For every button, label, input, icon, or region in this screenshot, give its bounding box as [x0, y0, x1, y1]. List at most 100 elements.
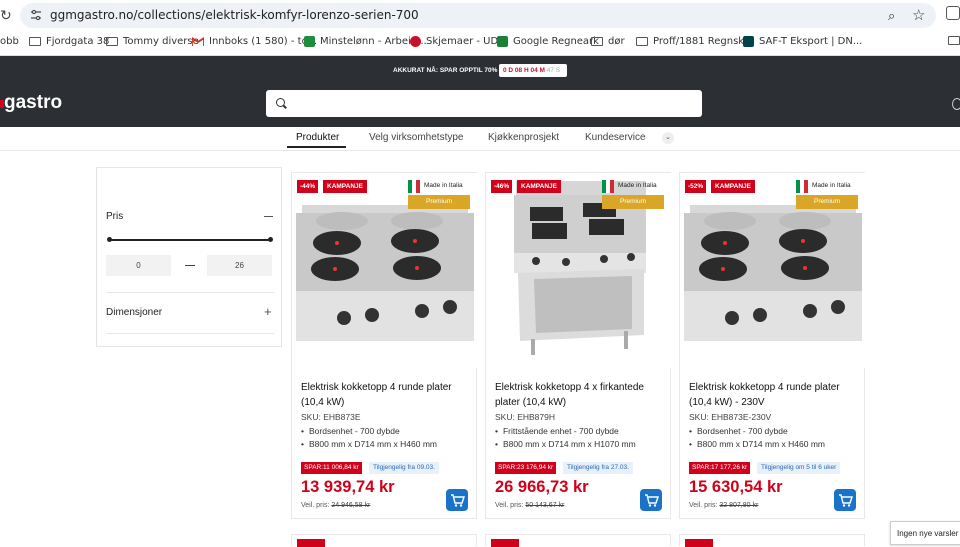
add-to-cart-button[interactable] — [640, 489, 662, 511]
bookmark-item[interactable]: Fjordgata 38 — [29, 36, 109, 47]
search-icon — [276, 98, 285, 107]
countdown-timer: 0 D 08 H 04 M 47 S — [499, 64, 567, 77]
product-sku: SKU: EHB879H — [495, 412, 555, 422]
chevron-down-icon[interactable]: ⌄ — [662, 132, 674, 144]
udi-icon — [410, 36, 421, 47]
product-title[interactable]: Elektrisk kokketopp 4 runde plater (10,4… — [301, 380, 471, 410]
bookmark-item[interactable]: Proff/1881 Regnsk... — [636, 36, 754, 47]
cart-icon — [451, 494, 465, 507]
spec-item: Bordsenhet - 700 dybde — [301, 425, 437, 438]
bookmark-item[interactable]: Skjemaer - UDI — [410, 36, 501, 47]
discount-badge: -46% — [491, 180, 513, 193]
price-slider-min-handle[interactable] — [107, 237, 112, 242]
premium-badge: Premium — [796, 195, 858, 209]
search-input[interactable] — [266, 90, 702, 117]
extensions-icon[interactable] — [946, 6, 960, 20]
availability-badge: Tilgjengelig om 5 til 6 uker — [757, 462, 841, 474]
premium-badge: Premium — [408, 195, 470, 209]
nav-active-underline — [287, 146, 346, 148]
savings-badge: SPAR:17 177,26 kr — [689, 462, 751, 474]
product-specs: Bordsenhet - 700 dybde B800 mm x D714 mm… — [689, 425, 825, 450]
savings-badge: SPAR:11 006,84 kr — [301, 462, 362, 474]
folder-icon — [636, 37, 648, 46]
italy-flag-icon — [408, 180, 420, 193]
add-to-cart-button[interactable] — [446, 489, 468, 511]
product-sku: SKU: EHB873E — [301, 412, 361, 422]
made-in-label: Made in Italia — [812, 182, 851, 189]
range-separator — [185, 265, 195, 266]
price-min-input[interactable]: 0 — [106, 255, 171, 276]
made-in-label: Made in Italia — [618, 182, 657, 189]
price-slider-max-handle[interactable] — [268, 237, 273, 242]
site-header: gastro — [0, 84, 960, 127]
product-specs: Frittstående enhet - 700 dybde B800 mm x… — [495, 425, 636, 450]
bookmark-item[interactable]: dør — [591, 36, 625, 47]
bookmark-item[interactable]: Google Regneark — [497, 36, 599, 47]
product-card-peek[interactable] — [291, 534, 477, 547]
collapse-icon[interactable] — [264, 216, 273, 217]
site-logo[interactable]: gastro — [4, 92, 62, 114]
dnb-icon — [743, 36, 754, 47]
product-specs: Bordsenhet - 700 dybde B800 mm x D714 mm… — [301, 425, 437, 450]
product-title[interactable]: Elektrisk kokketopp 4 x firkantede plate… — [495, 380, 665, 410]
url-field[interactable]: ggmgastro.no/collections/elektrisk-komfy… — [20, 3, 936, 28]
product-card[interactable]: -52% KAMPANJE Made in Italia Premium Ele… — [679, 172, 866, 519]
discount-badge — [297, 539, 325, 547]
nav-item-produkter[interactable]: Produkter — [296, 132, 339, 143]
nav-item-kjokkenprosjekt[interactable]: Kjøkkenprosjekt — [488, 132, 559, 143]
spec-item: Frittstående enhet - 700 dybde — [495, 425, 636, 438]
premium-badge: Premium — [602, 195, 664, 209]
reload-icon[interactable]: ↻ — [0, 7, 12, 23]
availability-badge: Tilgjengelig fra 27.03. — [563, 462, 633, 474]
old-price: Veil. pris: 24 946,58 kr — [301, 502, 371, 509]
bookmark-item[interactable]: Tommy diverse — [106, 36, 199, 47]
expand-plus-icon[interactable]: + — [264, 305, 272, 318]
spec-item: B800 mm x D714 mm x H460 mm — [689, 438, 825, 451]
discount-badge: -44% — [297, 180, 319, 193]
arbeidstilsynet-icon — [304, 36, 315, 47]
folder-icon — [591, 37, 603, 46]
bookmarks-bar: obb Fjordgata 38 Tommy diverse Innboks (… — [0, 30, 960, 56]
bookmark-item[interactable]: obb — [0, 36, 19, 47]
campaign-badge: KAMPANJE — [517, 180, 561, 193]
discount-badge: -52% — [685, 180, 707, 193]
made-in-label: Made in Italia — [424, 182, 463, 189]
filter-price-title[interactable]: Pris — [106, 211, 123, 222]
product-card-peek[interactable] — [679, 534, 865, 547]
bookmark-item[interactable]: SAF-T Eksport | DN... — [743, 36, 862, 47]
filter-dimensions-title[interactable]: Dimensjoner — [106, 307, 162, 318]
nav-item-virksomhetstype[interactable]: Velg virksomhetstype — [369, 132, 464, 143]
countdown-value: 0 D 08 H 04 M — [503, 67, 545, 74]
gmail-icon — [192, 37, 204, 46]
product-card[interactable]: -46% KAMPANJE Made in Italia Premium Ele… — [485, 172, 672, 519]
product-card-peek[interactable] — [485, 534, 671, 547]
site-info-icon[interactable] — [30, 9, 42, 21]
price-max-input[interactable]: 26 — [207, 255, 272, 276]
bookmark-item[interactable]: Minstelønn - Arbeid... — [304, 36, 427, 47]
notification-toast[interactable]: Ingen nye varsler — [890, 521, 960, 545]
divider — [106, 333, 274, 334]
main-nav: Produkter Velg virksomhetstype Kjøkkenpr… — [0, 127, 960, 151]
user-icon[interactable] — [952, 98, 960, 110]
savings-badge: SPAR:23 176,94 kr — [495, 462, 557, 474]
product-price: 26 966,73 kr — [495, 478, 589, 496]
old-price: Veil. pris: 50 143,67 kr — [495, 502, 565, 509]
spec-item: B800 mm x D714 mm x H460 mm — [301, 438, 437, 451]
bookmark-item[interactable]: Innboks (1 580) - to... — [192, 36, 317, 47]
promo-text: AKKURAT NÅ: SPAR OPPTIL 70% — [393, 67, 498, 74]
availability-badge: Tilgjengelig fra 09.03. — [369, 462, 439, 474]
add-to-cart-button[interactable] — [834, 489, 856, 511]
discount-badge — [685, 539, 713, 547]
product-title[interactable]: Elektrisk kokketopp 4 runde plater (10,4… — [689, 380, 859, 410]
product-card[interactable]: -44% KAMPANJE Made in Italia Premium Ele… — [291, 172, 478, 519]
star-icon[interactable]: ☆ — [912, 6, 925, 24]
bookmark-folder-more[interactable] — [948, 36, 960, 45]
nav-item-kundeservice[interactable]: Kundeservice — [585, 132, 646, 143]
campaign-badge: KAMPANJE — [711, 180, 755, 193]
zoom-icon[interactable]: ⌕ — [888, 8, 895, 24]
price-slider-track[interactable] — [109, 239, 271, 241]
italy-flag-icon — [602, 180, 614, 193]
countdown-seconds: 47 S — [546, 67, 561, 74]
cart-icon — [839, 494, 853, 507]
sheets-icon — [497, 36, 508, 47]
